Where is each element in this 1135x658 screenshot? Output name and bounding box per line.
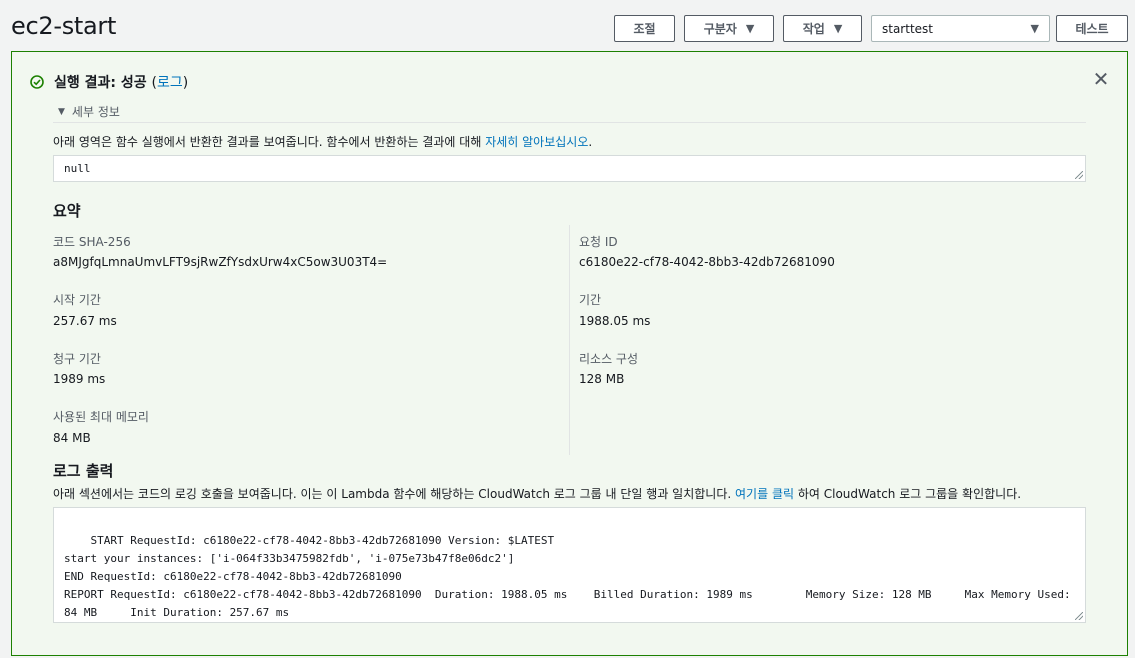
caret-down-icon: ▼: [833, 22, 843, 35]
log-desc-end: 하여 CloudWatch 로그 그룹을 확인합니다.: [797, 487, 1022, 501]
caret-down-icon: ▼: [1030, 22, 1039, 35]
description-text: 아래 영역은 함수 실행에서 반환한 결과를 보여줍니다. 함수에서 반환하는 …: [53, 135, 486, 149]
throttle-button[interactable]: 조절: [614, 15, 675, 42]
test-button-label: 테스트: [1075, 22, 1109, 36]
execution-result-panel: 실행 결과: 성공 (로그) ✕ ▼ 세부 정보 아래 영역은 함수 실행에서 …: [11, 51, 1128, 656]
result-status-text: 실행 결과: 성공: [54, 75, 147, 91]
request-id-label: 요청 ID: [579, 235, 618, 249]
log-output-text: START RequestId: c6180e22-cf78-4042-8bb3…: [64, 534, 1071, 619]
log-output-heading: 로그 출력: [53, 462, 114, 480]
actions-button[interactable]: 작업 ▼: [783, 15, 862, 42]
billed-duration-label: 청구 기간: [53, 352, 101, 366]
details-label: 세부 정보: [71, 105, 120, 119]
resize-handle[interactable]: [1075, 612, 1083, 620]
page-title: ec2-start: [11, 12, 117, 40]
return-value-textarea[interactable]: null: [53, 155, 1086, 182]
request-id-value: c6180e22-cf78-4042-8bb3-42db72681090: [579, 255, 835, 269]
result-header: 실행 결과: 성공 (로그): [30, 72, 188, 92]
details-toggle[interactable]: ▼ 세부 정보: [58, 103, 120, 120]
close-icon[interactable]: ✕: [1091, 69, 1111, 89]
triangle-down-icon: ▼: [58, 106, 65, 117]
caret-down-icon: ▼: [745, 22, 755, 35]
resources-label: 리소스 구성: [579, 352, 639, 366]
code-sha-label: 코드 SHA-256: [53, 235, 131, 249]
qualifiers-button[interactable]: 구분자 ▼: [684, 15, 774, 42]
init-duration-value: 257.67 ms: [53, 314, 117, 328]
learn-more-link[interactable]: 자세히 알아보십시오: [485, 135, 588, 149]
test-button[interactable]: 테스트: [1056, 15, 1128, 42]
divider: [53, 122, 1086, 123]
duration-label: 기간: [579, 293, 602, 307]
cloudwatch-link[interactable]: 여기를 클릭: [735, 487, 794, 501]
log-desc-start: 아래 섹션에서는 코드의 로깅 호출을 보여줍니다. 이는 이 Lambda 함…: [53, 487, 736, 501]
actions-button-label: 작업: [802, 22, 825, 36]
log-output-textarea[interactable]: START RequestId: c6180e22-cf78-4042-8bb3…: [53, 507, 1086, 623]
max-memory-label: 사용된 최대 메모리: [53, 410, 149, 424]
resize-handle[interactable]: [1075, 171, 1083, 179]
duration-value: 1988.05 ms: [579, 314, 651, 328]
billed-duration-value: 1989 ms: [53, 372, 106, 386]
qualifiers-button-label: 구분자: [703, 22, 737, 36]
log-link[interactable]: 로그: [157, 75, 183, 91]
description-end: .: [588, 135, 593, 149]
paren-close: ): [182, 75, 189, 91]
init-duration-label: 시작 기간: [53, 293, 101, 307]
return-value: null: [64, 162, 91, 175]
code-sha-value: a8MJgfqLmnaUmvLFT9sjRwZfYsdxUrw4xC5ow3U0…: [53, 255, 388, 269]
test-event-select[interactable]: starttest ▼: [871, 15, 1050, 42]
log-description: 아래 섹션에서는 코드의 로깅 호출을 보여줍니다. 이는 이 Lambda 함…: [53, 485, 1021, 502]
check-circle-icon: [30, 75, 44, 89]
resources-value: 128 MB: [579, 372, 625, 386]
result-status: 실행 결과: 성공 (로그): [54, 72, 188, 92]
summary-heading: 요약: [53, 202, 81, 220]
result-description: 아래 영역은 함수 실행에서 반환한 결과를 보여줍니다. 함수에서 반환하는 …: [53, 133, 592, 150]
test-event-selected-value: starttest: [882, 21, 933, 36]
max-memory-value: 84 MB: [53, 431, 91, 445]
throttle-button-label: 조절: [633, 22, 656, 36]
column-divider: [569, 225, 570, 455]
